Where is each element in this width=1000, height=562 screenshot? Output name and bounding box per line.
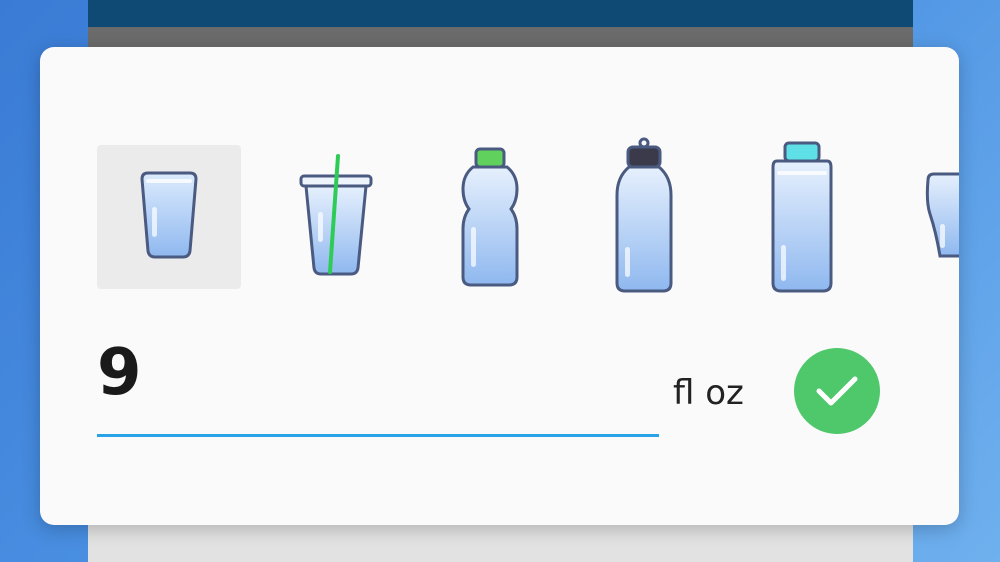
- background-app-header: [88, 0, 913, 27]
- vessel-cup-with-straw[interactable]: [264, 145, 408, 289]
- checkmark-icon: [816, 376, 858, 406]
- cup-with-straw-icon: [299, 154, 373, 276]
- sports-bottle-icon: [615, 137, 673, 293]
- vessel-picker: [40, 47, 959, 347]
- pitcher-icon: [925, 172, 959, 258]
- vessel-pitcher-partial[interactable]: [916, 145, 959, 289]
- amount-input-underline: [97, 434, 659, 437]
- vessel-sports-bottle[interactable]: [572, 137, 716, 293]
- unit-label[interactable]: fl oz: [673, 373, 744, 413]
- bottle-teal-cap-icon: [771, 141, 833, 293]
- vessel-bottle-teal-cap[interactable]: [730, 141, 874, 293]
- vessel-glass[interactable]: [97, 145, 241, 289]
- glass-icon: [140, 171, 198, 259]
- amount-input[interactable]: 9: [97, 337, 659, 437]
- confirm-button[interactable]: [794, 348, 880, 434]
- add-drink-dialog: 9 fl oz: [40, 47, 959, 525]
- vessel-bottle-green-cap[interactable]: [418, 145, 562, 289]
- bottle-green-cap-icon: [461, 147, 519, 287]
- amount-value[interactable]: 9: [97, 337, 142, 409]
